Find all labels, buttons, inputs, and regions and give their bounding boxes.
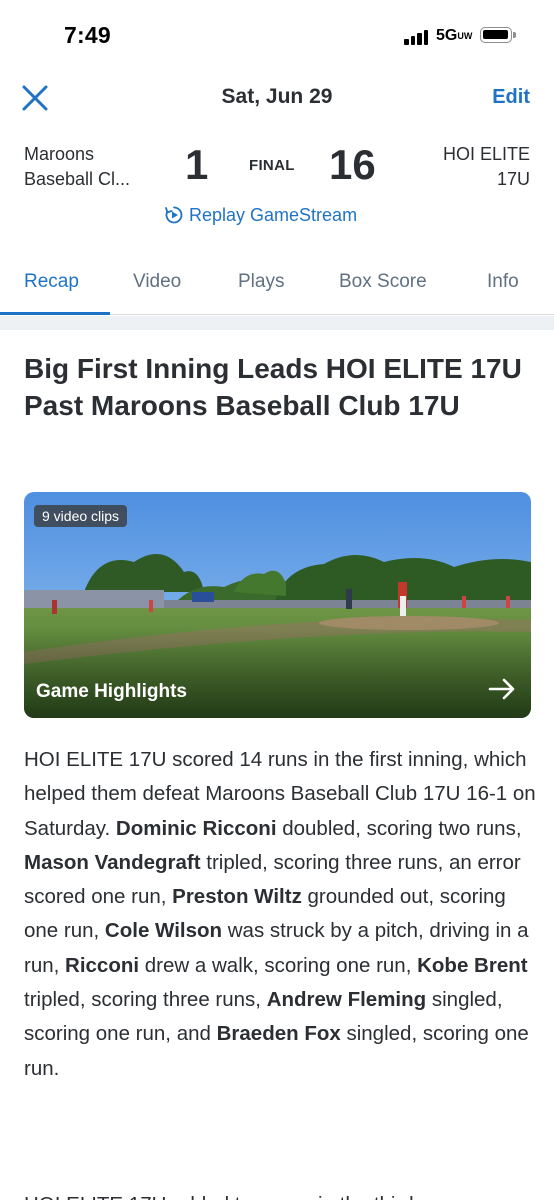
game-highlights-video[interactable]: 9 video clips Game Highlights (24, 492, 531, 718)
away-team-line2: Baseball Cl... (24, 169, 131, 189)
recap-text: doubled, scoring two runs, (276, 816, 522, 840)
player-name: Cole Wilson (104, 919, 223, 943)
home-team-name[interactable]: HOI ELITE 17U (443, 142, 530, 192)
tab-recap[interactable]: Recap (24, 271, 79, 293)
player-name: Preston Wiltz (172, 885, 302, 909)
status-time: 7:49 (64, 22, 111, 48)
recap-text: tripled, scoring three runs, (24, 988, 267, 1012)
tab-video[interactable]: Video (133, 271, 181, 293)
network-type: 5GUW (436, 27, 472, 45)
player-name: Braeden Fox (216, 1022, 341, 1046)
replay-gamestream-link[interactable]: Replay GameStream (164, 202, 357, 228)
player-name: Ricconi (65, 953, 140, 977)
tab-bar: Recap Video Plays Box Score Info (0, 255, 554, 315)
battery-icon (480, 27, 516, 43)
active-tab-indicator (0, 312, 110, 315)
away-team-line1: Maroons (24, 144, 95, 164)
tab-info[interactable]: Info (487, 271, 519, 293)
home-team-line1: HOI ELITE (442, 144, 530, 164)
recap-text: drew a walk, scoring one run, (139, 953, 418, 977)
arrow-right-icon[interactable] (488, 678, 516, 700)
recap-paragraph: HOI ELITE 17U scored 14 runs in the firs… (24, 743, 536, 1086)
network-suffix: UW (457, 31, 473, 41)
away-score: 1 (185, 141, 209, 188)
game-date: Sat, Jun 29 (221, 85, 333, 108)
player-name: Andrew Fleming (266, 988, 427, 1012)
replay-label: Replay GameStream (189, 204, 358, 225)
game-status: FINAL (249, 157, 295, 174)
player-name: Dominic Ricconi (115, 816, 277, 840)
tab-plays[interactable]: Plays (238, 271, 284, 293)
edit-button[interactable]: Edit (492, 86, 530, 109)
video-clips-badge: 9 video clips (34, 505, 128, 527)
status-bar: 7:49 5GUW (0, 0, 554, 72)
player-name: Kobe Brent (417, 953, 528, 977)
replay-icon (165, 206, 183, 224)
section-divider (0, 316, 554, 330)
article-headline: Big First Inning Leads HOI ELITE 17U Pas… (24, 353, 522, 421)
home-score: 16 (329, 141, 376, 188)
network-label: 5G (436, 27, 458, 44)
game-highlights-label: Game Highlights (36, 681, 187, 702)
next-paragraph: HOI ELITE 17U added two runs in the thir… (24, 1188, 536, 1200)
tab-box-score[interactable]: Box Score (339, 271, 427, 293)
home-team-line2: 17U (496, 169, 530, 189)
away-team-name[interactable]: Maroons Baseball Cl... (24, 142, 130, 192)
cellular-signal-icon (404, 29, 430, 45)
player-name: Mason Vandegraft (24, 850, 201, 874)
